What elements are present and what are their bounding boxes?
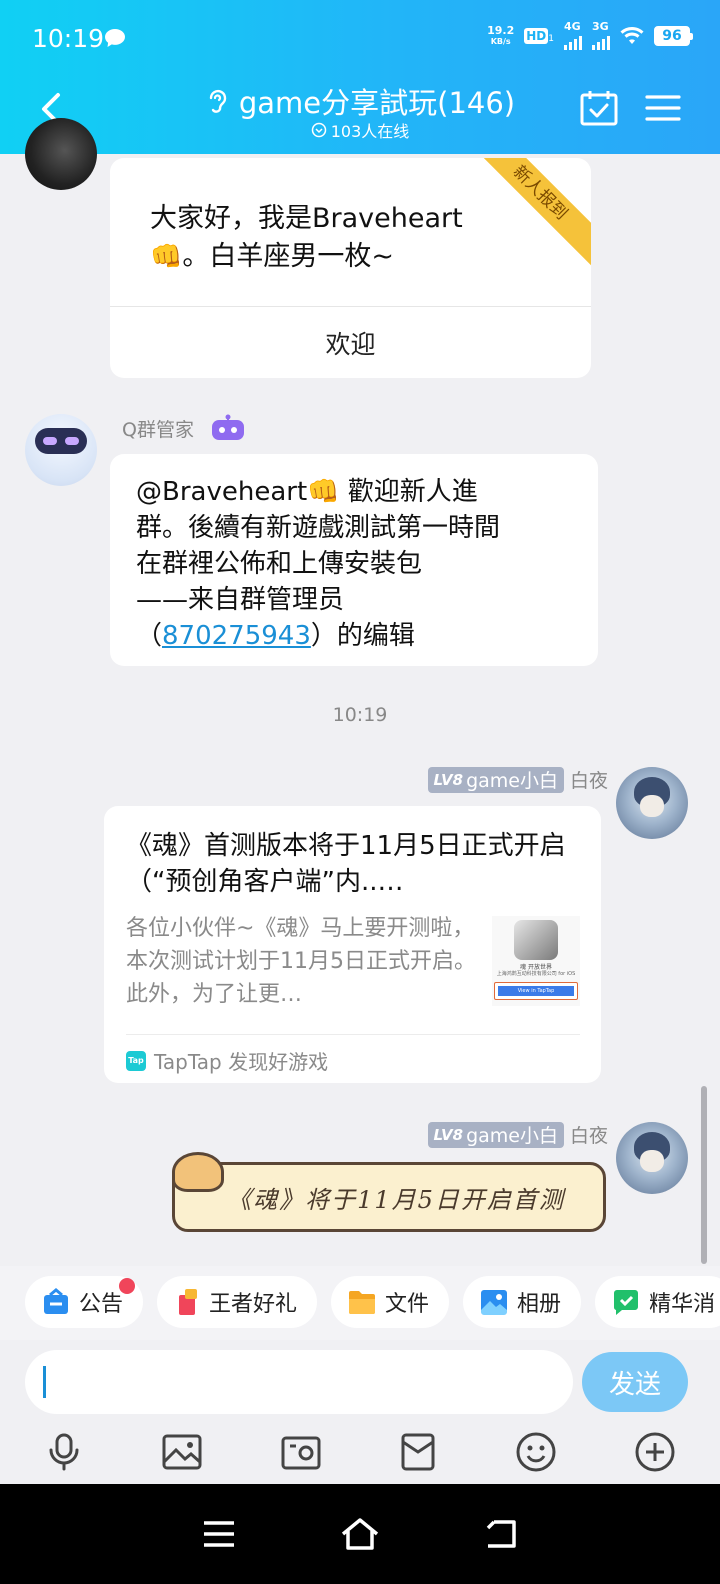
admin-id-link[interactable]: 870275943 <box>162 621 311 651</box>
bot-avatar[interactable] <box>25 414 97 486</box>
welcome-button[interactable]: 欢迎 <box>110 307 591 378</box>
sender-avatar[interactable] <box>616 1122 688 1194</box>
share-card[interactable]: 《魂》首测版本将于11月5日正式开启（“预创角客户端”内..… 各位小伙伴~《魂… <box>104 806 601 1083</box>
back-nav-icon[interactable] <box>484 1518 518 1550</box>
chat-header: 10:19 19.2 KB/s HD 1 4G 3G 96 game分享試玩(1… <box>0 0 720 154</box>
input-toolbar <box>0 1420 720 1484</box>
hd-indicator: HD 1 <box>524 28 554 44</box>
plus-icon[interactable] <box>634 1431 676 1473</box>
calendar-check-icon[interactable] <box>580 90 618 126</box>
menu-icon[interactable] <box>645 94 681 122</box>
emoji-icon[interactable] <box>515 1431 557 1473</box>
quick-actions: 公告 王者好礼 文件 相册 精华消 <box>0 1266 720 1340</box>
group-title[interactable]: game分享試玩(146) <box>205 80 515 122</box>
avatar[interactable] <box>25 118 97 190</box>
bot-nick-row: Q群管家 <box>122 414 248 442</box>
camera-icon[interactable] <box>280 1432 322 1472</box>
message-timestamp: 10:19 <box>332 704 388 726</box>
microphone-icon[interactable] <box>44 1432 84 1472</box>
bot-message-bubble: @Braveheart👊 歡迎新人進 群。後續有新遊戲測試第一時間 在群裡公佈和… <box>110 454 598 666</box>
level-badge: LV8 game小白 <box>427 1121 564 1148</box>
taptap-logo-icon: Tap <box>126 1050 146 1071</box>
message-notification-icon <box>105 29 125 47</box>
send-button[interactable]: 发送 <box>582 1352 688 1412</box>
image-icon[interactable] <box>161 1432 203 1472</box>
recent-apps-icon[interactable] <box>202 1520 236 1548</box>
newcomer-ribbon: 新人报到 <box>462 158 591 271</box>
share-thumbnail: 魂 开放世界 上海鸿鹄互动科技有限公司 for iOS View in TapT… <box>492 916 580 1006</box>
folder-icon <box>349 1291 376 1314</box>
status-time: 10:19 <box>32 24 105 53</box>
net-speed: 19.2 KB/s <box>487 24 515 46</box>
welcome-card: 大家好，我是Braveheart 👊 。白羊座男一枚~ 新人报到 欢迎 <box>110 158 591 378</box>
chip-announcement[interactable]: 公告 <box>25 1276 144 1328</box>
home-icon[interactable] <box>340 1517 380 1551</box>
wifi-icon <box>620 27 644 44</box>
bot-message-text: @Braveheart👊 歡迎新人進 群。後續有新遊戲測試第一時間 在群裡公佈和… <box>136 477 501 651</box>
sender-avatar[interactable] <box>616 767 688 839</box>
chip-gift[interactable]: 王者好礼 <box>157 1276 318 1328</box>
chip-essence[interactable]: 精华消 <box>595 1276 720 1328</box>
chip-files[interactable]: 文件 <box>331 1276 450 1328</box>
red-packet-icon[interactable] <box>398 1432 438 1472</box>
share-source: Tap TapTap 发现好游戏 <box>126 1046 328 1075</box>
text-cursor <box>43 1366 46 1398</box>
essence-icon <box>614 1290 639 1315</box>
unread-dot <box>119 1278 136 1294</box>
level-badge: LV8 game小白 <box>427 766 564 793</box>
sticker-bubble[interactable]: 《魂》将于11月5日开启首测 <box>166 1152 612 1234</box>
game-app-icon <box>514 920 558 960</box>
share-title: 《魂》首测版本将于11月5日正式开启（“预创角客户端”内..… <box>126 831 566 897</box>
welcome-text: 大家好，我是Braveheart 👊 。白羊座男一枚~ <box>150 200 463 276</box>
ear-icon <box>209 89 227 113</box>
system-nav-bar <box>0 1484 720 1584</box>
signal-4g-icon: 4G <box>564 21 582 50</box>
signal-3g-icon: 3G <box>592 21 610 50</box>
announcement-icon <box>44 1288 68 1314</box>
fist-emoji-icon: 👊 <box>150 242 183 272</box>
chevron-circle-icon <box>311 122 326 138</box>
message-input[interactable] <box>25 1350 573 1414</box>
album-icon <box>481 1290 508 1315</box>
gift-icon <box>179 1289 198 1315</box>
sticker-text: 《魂》将于11月5日开启首测 <box>227 1186 565 1214</box>
status-icons: 19.2 KB/s HD 1 4G 3G 96 <box>487 21 693 50</box>
share-description: 各位小伙伴~《魂》马上要开测啦，本次测试计划于11月5日正式开启。此外，为了让更… <box>126 916 476 1007</box>
robot-badge-icon <box>211 414 244 440</box>
sender-nick-row: LV8 game小白 白夜 <box>427 1121 608 1148</box>
scrollbar[interactable] <box>701 1086 707 1264</box>
battery-icon: 96 <box>654 26 693 46</box>
sender-nick-row: LV8 game小白 白夜 <box>427 766 608 793</box>
divider <box>126 1034 580 1035</box>
chip-album[interactable]: 相册 <box>463 1276 582 1328</box>
